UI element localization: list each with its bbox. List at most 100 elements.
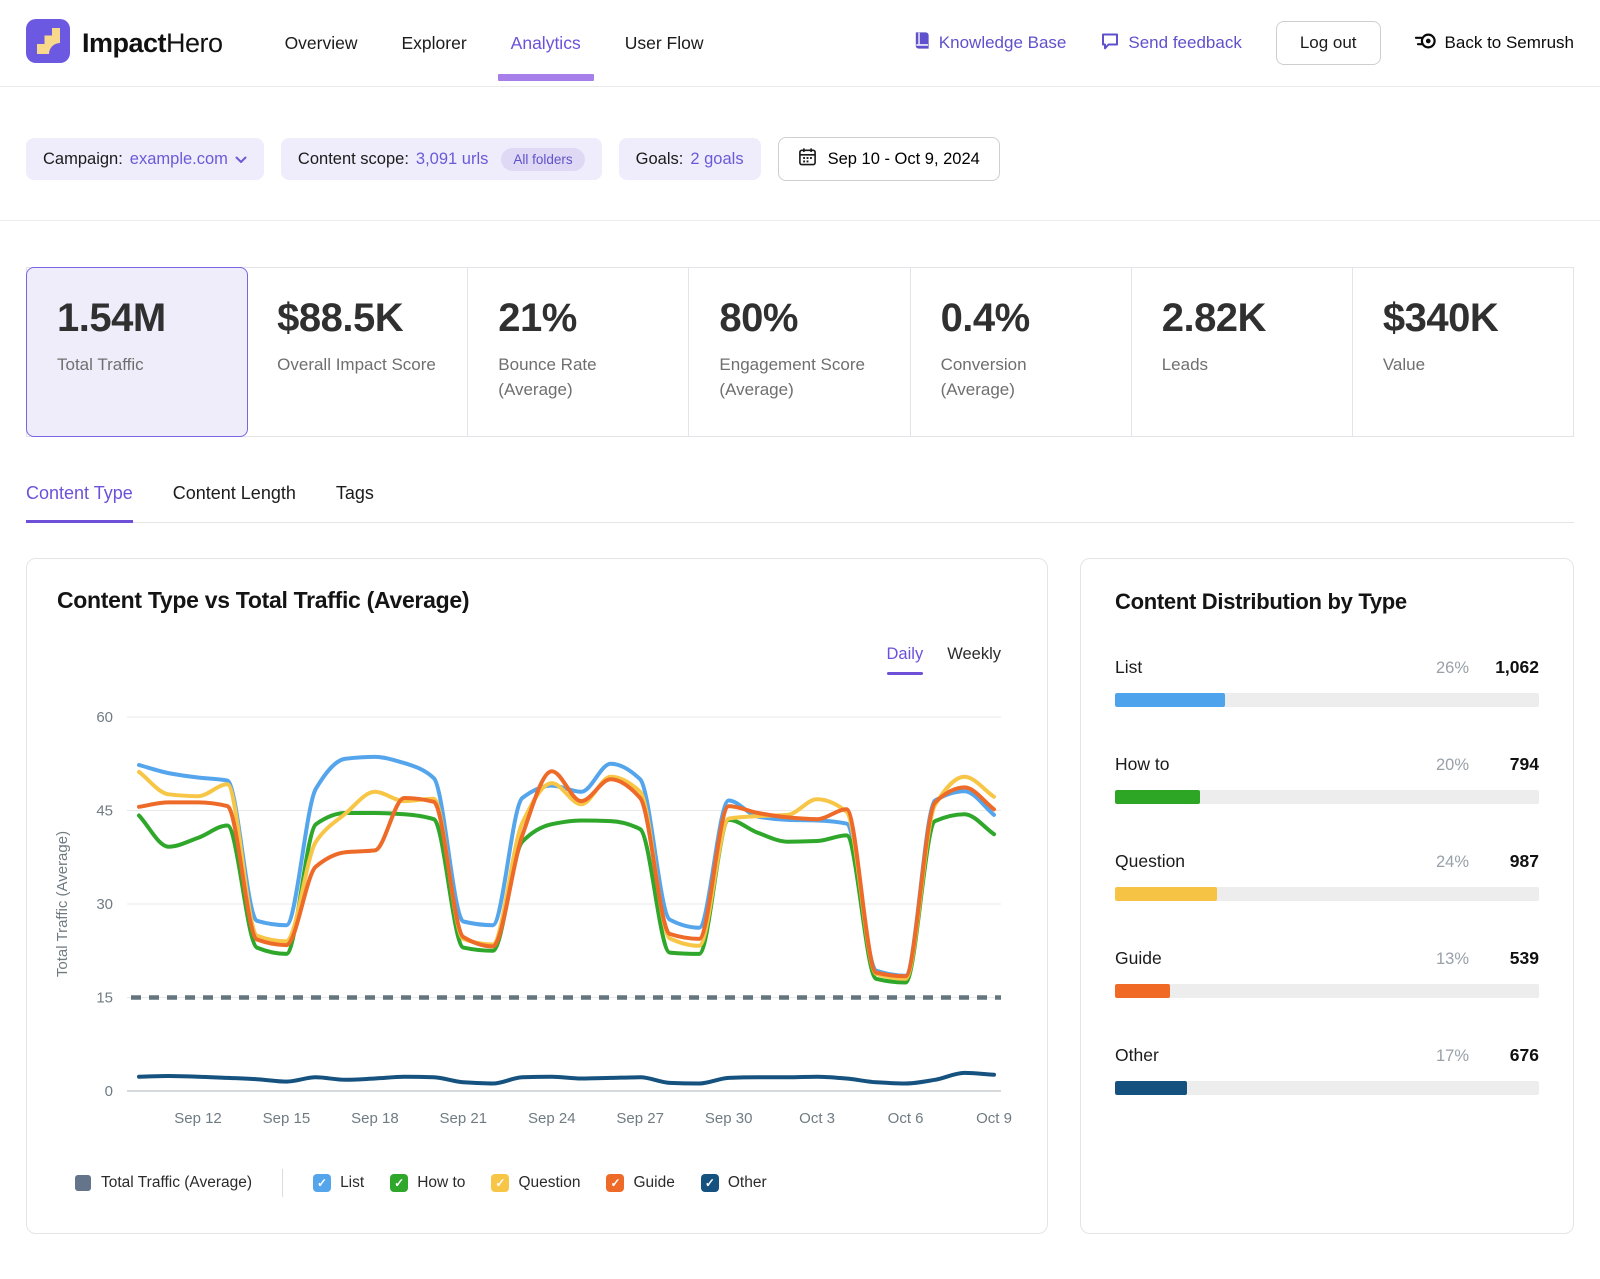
all-folders-badge: All folders [501, 148, 584, 171]
distribution-count: 539 [1469, 948, 1539, 969]
distribution-percent: 20% [1413, 756, 1469, 775]
distribution-type-label: Question [1115, 851, 1185, 872]
distribution-percent: 13% [1413, 950, 1469, 969]
campaign-label: Campaign: [43, 150, 123, 169]
legend-item-label: How to [417, 1174, 465, 1192]
brand-logo[interactable]: ImpactHero [26, 19, 223, 68]
logout-button[interactable]: Log out [1276, 21, 1381, 65]
svg-text:Sep 18: Sep 18 [351, 1110, 399, 1127]
campaign-selector[interactable]: Campaign: example.com [26, 138, 264, 180]
stat-label: Engagement Score (Average) [719, 353, 879, 402]
legend-item-label: List [340, 1174, 364, 1192]
svg-text:Sep 15: Sep 15 [263, 1110, 311, 1127]
nav-item-analytics[interactable]: Analytics [511, 33, 581, 54]
legend-item-label: Question [518, 1174, 580, 1192]
distribution-bar-fill [1115, 693, 1225, 707]
distribution-percent: 24% [1413, 853, 1469, 872]
svg-text:Sep 27: Sep 27 [616, 1110, 664, 1127]
checkbox-checked-icon[interactable]: ✓ [390, 1174, 408, 1192]
chevron-down-icon [235, 150, 247, 169]
content-scope-selector[interactable]: Content scope: 3,091 urls All folders [281, 138, 602, 180]
legend-item-guide[interactable]: ✓Guide [606, 1174, 674, 1192]
distribution-count: 1,062 [1469, 657, 1539, 678]
checkbox-checked-icon[interactable]: ✓ [313, 1174, 331, 1192]
analytics-tabs: Content Type Content Length Tags [26, 483, 1574, 523]
distribution-bar [1115, 790, 1539, 804]
back-to-semrush-link[interactable]: Back to Semrush [1415, 31, 1574, 56]
chart-title: Content Type vs Total Traffic (Average) [57, 587, 469, 614]
date-range-picker[interactable]: Sep 10 - Oct 9, 2024 [778, 137, 1000, 181]
distribution-bar-fill [1115, 790, 1200, 804]
distribution-count: 794 [1469, 754, 1539, 775]
checkbox-checked-icon[interactable]: ✓ [701, 1174, 719, 1192]
legend-series-items: ✓List✓How to✓Question✓Guide✓Other [313, 1174, 767, 1192]
svg-text:Sep 21: Sep 21 [440, 1110, 488, 1127]
line-chart[interactable]: 015304560Total Traffic (Average)Sep 12Se… [49, 691, 1029, 1157]
stat-value: 80% [719, 296, 879, 341]
svg-text:Sep 24: Sep 24 [528, 1110, 576, 1127]
tab-tags[interactable]: Tags [336, 483, 374, 523]
chart-legend: Total Traffic (Average) ✓ List ✓ How to ✓ Que… [75, 1169, 767, 1197]
toggle-daily[interactable]: Daily [887, 645, 924, 664]
stat-card-overall-impact-score[interactable]: $88.5K Overall Impact Score [247, 268, 468, 436]
stat-card-leads[interactable]: 2.82K Leads [1132, 268, 1353, 436]
distribution-row-other: Other 17% 676 [1115, 1045, 1539, 1095]
distribution-count: 676 [1469, 1045, 1539, 1066]
stat-card-conversion[interactable]: 0.4% Conversion (Average) [911, 268, 1132, 436]
nav-item-user-flow[interactable]: User Flow [625, 33, 704, 54]
legend-item-label: Other [728, 1174, 767, 1192]
goals-selector[interactable]: Goals: 2 goals [619, 138, 761, 180]
legend-total-traffic: Total Traffic (Average) [75, 1174, 252, 1192]
calendar-icon [798, 147, 817, 171]
stat-value: $88.5K [277, 296, 437, 341]
kpi-stats-row: 1.54M Total Traffic $88.5K Overall Impac… [26, 267, 1574, 437]
nav-item-explorer[interactable]: Explorer [402, 33, 467, 54]
legend-item-question[interactable]: ✓ Question [491, 1174, 580, 1192]
nav-item-overview[interactable]: Overview [285, 33, 358, 54]
distribution-type-label: How to [1115, 754, 1169, 775]
send-feedback-link[interactable]: Send feedback [1100, 31, 1241, 56]
stat-card-engagement-score[interactable]: 80% Engagement Score (Average) [689, 268, 910, 436]
content-type-chart-card: Content Type vs Total Traffic (Average) … [26, 558, 1048, 1234]
legend-divider [282, 1169, 283, 1197]
content-scope-value: 3,091 urls [416, 150, 488, 169]
svg-text:Sep 12: Sep 12 [174, 1110, 222, 1127]
svg-text:45: 45 [96, 803, 113, 820]
distribution-bar [1115, 1081, 1539, 1095]
book-icon [912, 31, 931, 55]
distribution-type-label: Other [1115, 1045, 1159, 1066]
legend-item-other[interactable]: ✓ Other [701, 1174, 767, 1192]
svg-text:Oct 6: Oct 6 [888, 1110, 924, 1127]
legend-item-how-to[interactable]: ✓ How to [390, 1174, 465, 1192]
checkbox-checked-icon[interactable]: ✓ [491, 1174, 509, 1192]
toggle-weekly[interactable]: Weekly [947, 645, 1001, 664]
impacthero-analytics-page: ImpactHero Overview Explorer Analytics U… [0, 0, 1600, 1279]
distribution-row-list: List 26% 1,062 [1115, 657, 1539, 707]
distribution-count: 987 [1469, 851, 1539, 872]
checkbox-checked-icon[interactable]: ✓ [606, 1174, 624, 1192]
stat-card-bounce-rate[interactable]: 21% Bounce Rate (Average) [468, 268, 689, 436]
tab-content-type[interactable]: Content Type [26, 483, 133, 523]
stat-value: 2.82K [1162, 296, 1322, 341]
stat-card-value[interactable]: $340K Value [1353, 268, 1573, 436]
distribution-row-guide: Guide 13% 539 [1115, 948, 1539, 998]
knowledge-base-label: Knowledge Base [939, 33, 1067, 53]
granularity-toggle: Daily Weekly [887, 645, 1001, 664]
legend-item-list[interactable]: ✓ List [313, 1174, 364, 1192]
header-actions: Knowledge Base Send feedback Log out [912, 21, 1574, 65]
distribution-bar-fill [1115, 887, 1217, 901]
main-nav: Overview Explorer Analytics User Flow [285, 33, 704, 54]
brand-name: ImpactHero [82, 28, 223, 59]
distribution-row-how-to: How to 20% 794 [1115, 754, 1539, 804]
stat-card-total-traffic[interactable]: 1.54M Total Traffic [26, 267, 248, 437]
svg-text:Total Traffic (Average): Total Traffic (Average) [54, 831, 71, 977]
svg-text:0: 0 [105, 1083, 113, 1100]
knowledge-base-link[interactable]: Knowledge Base [912, 31, 1067, 55]
tab-content-length[interactable]: Content Length [173, 483, 296, 523]
main-content: Content Type vs Total Traffic (Average) … [26, 558, 1574, 1234]
filter-bar: Campaign: example.com Content scope: 3,0… [0, 87, 1600, 221]
content-scope-label: Content scope: [298, 150, 409, 169]
distribution-bar [1115, 693, 1539, 707]
stat-value: 1.54M [57, 296, 217, 341]
distribution-type-label: Guide [1115, 948, 1162, 969]
